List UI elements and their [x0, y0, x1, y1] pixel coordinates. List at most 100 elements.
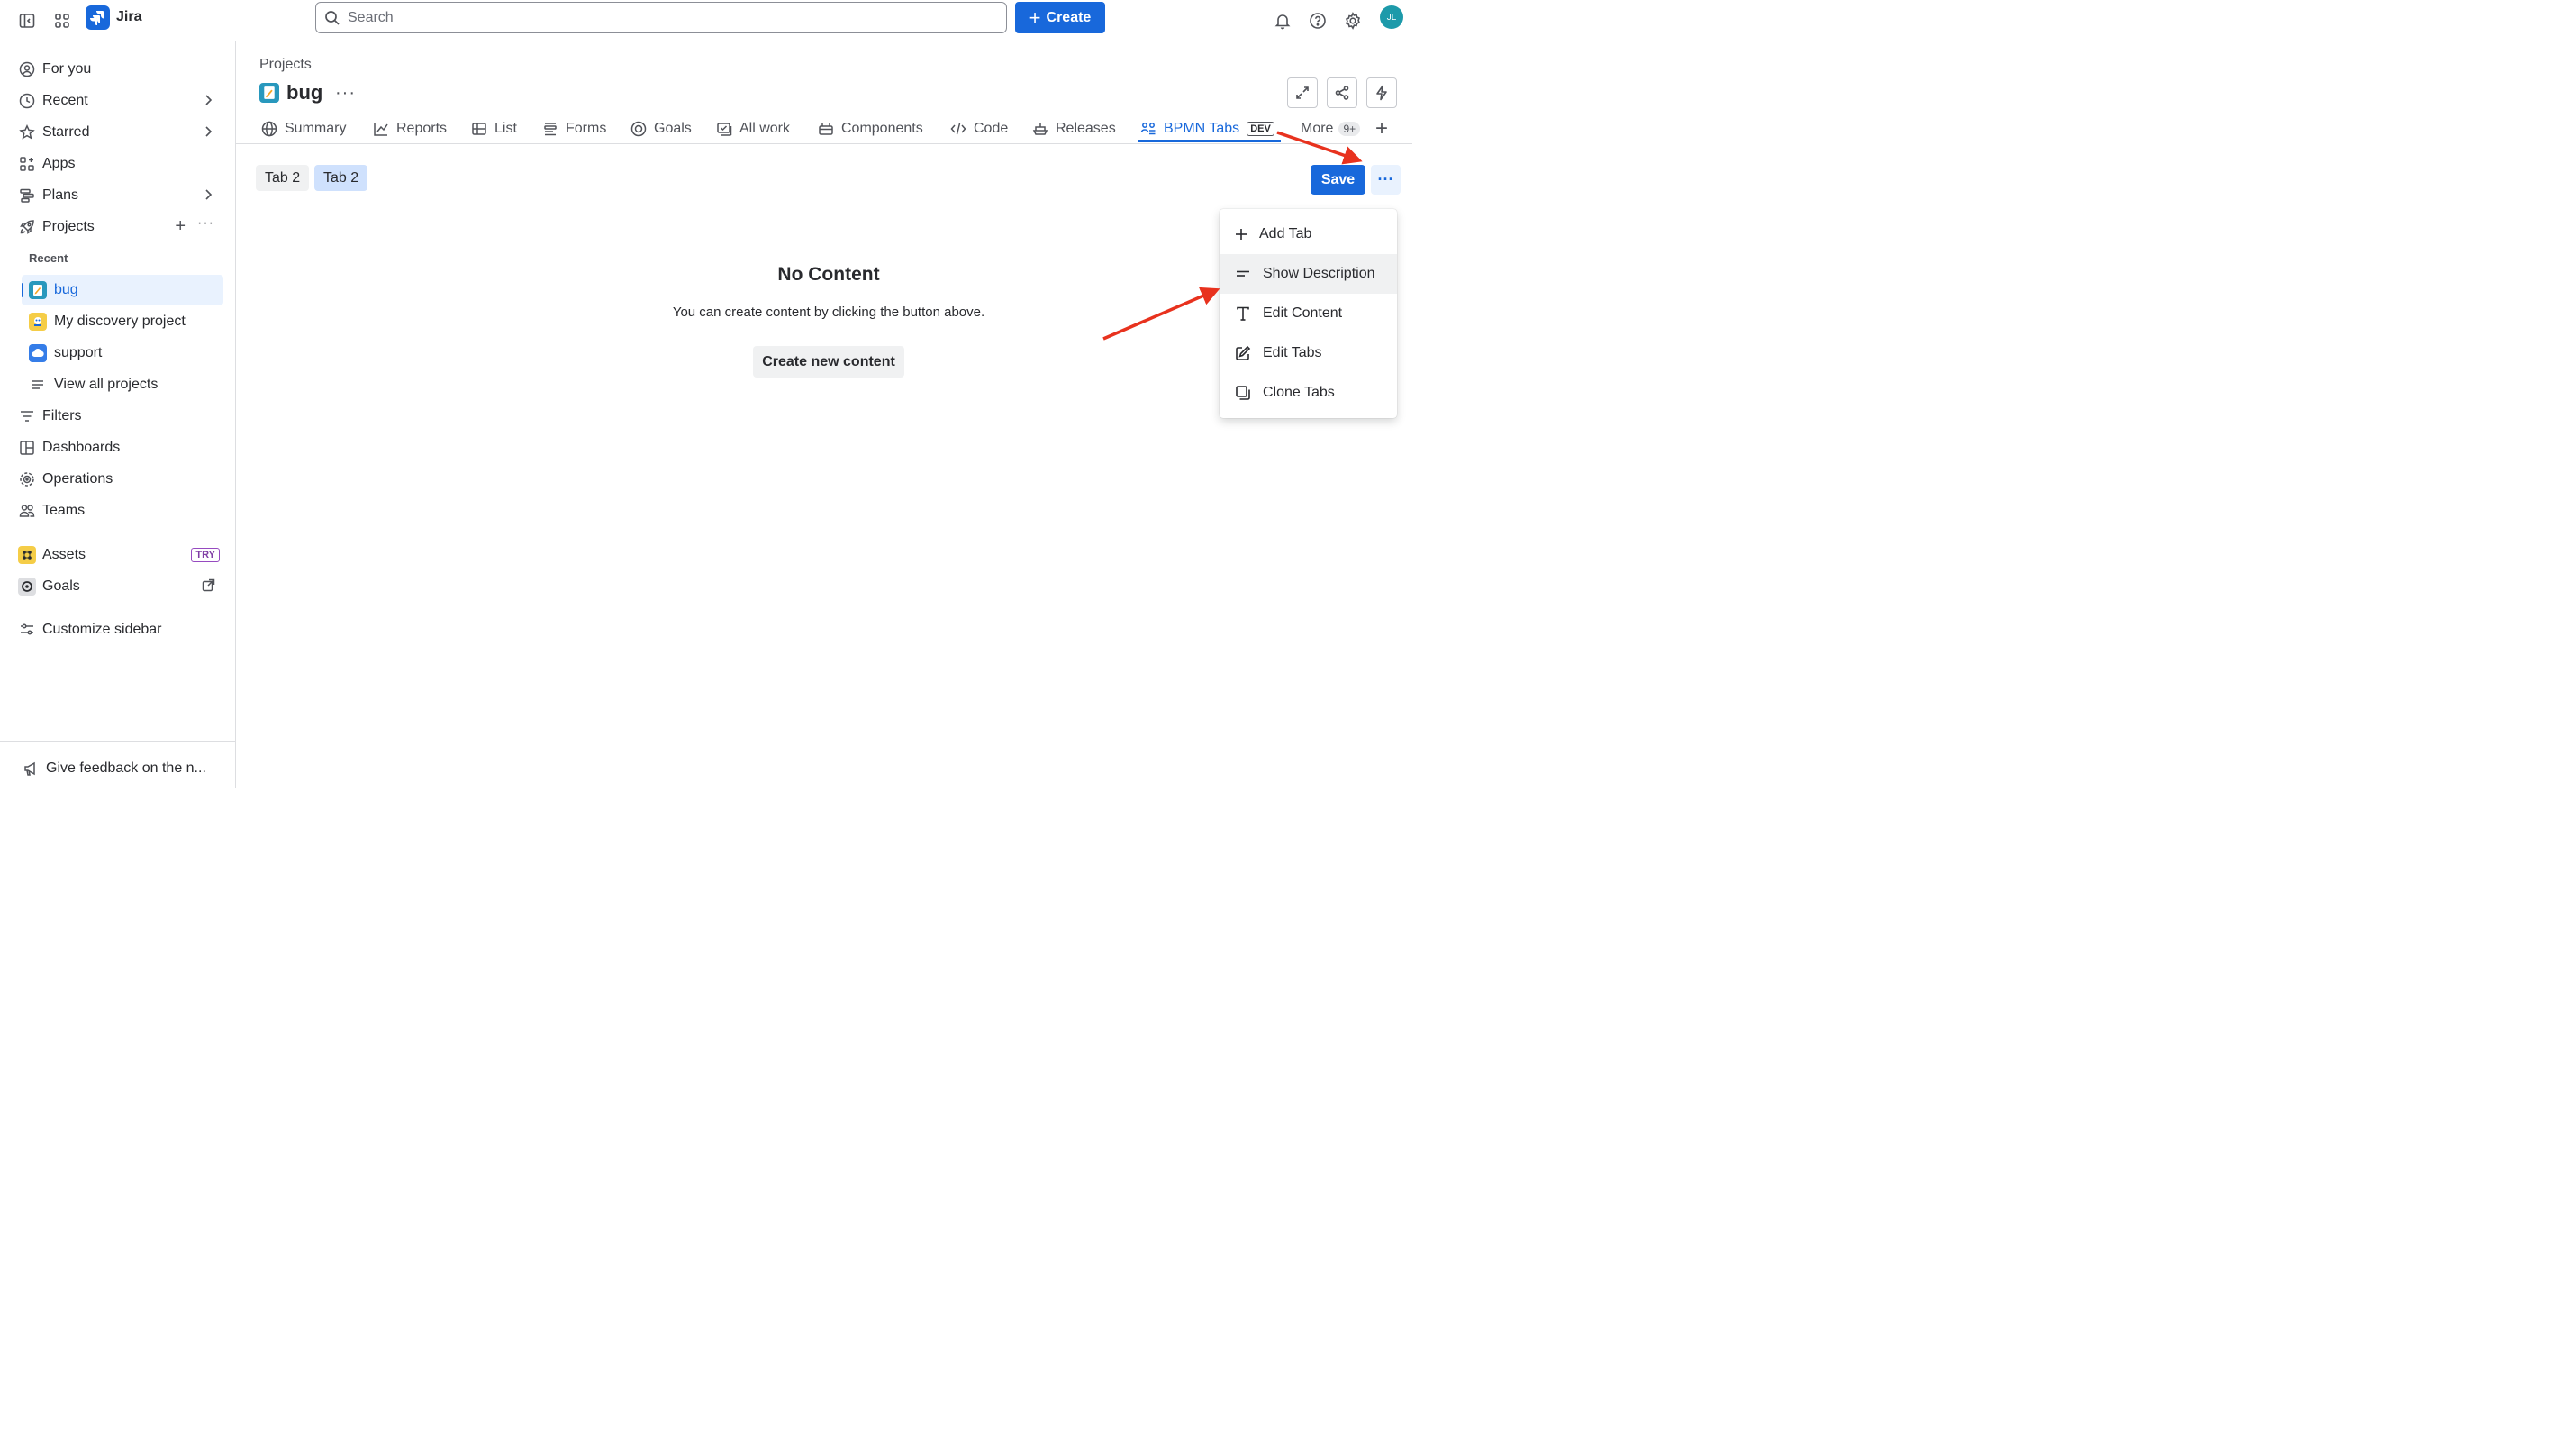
sidebar-toggle-icon[interactable] [13, 6, 41, 35]
menu-item-add-tab[interactable]: Add Tab [1220, 214, 1397, 254]
save-button[interactable]: Save [1311, 165, 1365, 195]
create-button[interactable]: + Create [1015, 2, 1105, 33]
tab-label: Releases [1056, 120, 1116, 136]
text-icon [1234, 305, 1252, 323]
content-tab-2-selected[interactable]: Tab 2 [314, 165, 368, 191]
tab-all-work[interactable]: All work [716, 114, 790, 143]
sidebar-item-label: Customize sidebar [42, 622, 162, 637]
menu-item-clone-tabs[interactable]: Clone Tabs [1220, 373, 1397, 413]
sidebar-item-filters[interactable]: Filters [13, 402, 223, 431]
annotation-arrow-to-show-description [1102, 287, 1220, 341]
sidebar-item-customize[interactable]: Customize sidebar [13, 615, 223, 644]
add-project-plus-icon[interactable]: + [175, 216, 186, 237]
sidebar-item-teams[interactable]: Teams [13, 496, 223, 525]
component-icon [818, 121, 834, 137]
help-icon[interactable] [1303, 6, 1332, 35]
search-bar[interactable] [315, 2, 1007, 33]
sidebar-item-label: Teams [42, 503, 86, 518]
add-tab-button[interactable]: + [1375, 114, 1388, 143]
description-icon [1234, 265, 1252, 283]
menu-item-edit-tabs[interactable]: Edit Tabs [1220, 333, 1397, 373]
plus-icon [1232, 225, 1250, 243]
sidebar-item-starred[interactable]: Starred [13, 118, 223, 147]
active-indicator [22, 283, 23, 297]
share-button[interactable] [1327, 77, 1357, 108]
tab-list[interactable]: List [471, 114, 517, 143]
sidebar-item-projects[interactable]: Projects + ··· [13, 213, 223, 241]
tab-summary[interactable]: Summary [261, 114, 346, 143]
code-icon [950, 121, 966, 137]
app-name[interactable]: Jira [116, 9, 141, 25]
sidebar-item-dashboards[interactable]: Dashboards [13, 433, 223, 462]
app-switcher-icon[interactable] [48, 6, 77, 35]
menu-item-label: Edit Tabs [1263, 345, 1322, 360]
lightning-icon [1374, 85, 1390, 101]
settings-gear-icon[interactable] [1338, 6, 1367, 35]
sidebar-item-recent[interactable]: Recent [13, 86, 223, 115]
tab-label: List [494, 120, 517, 136]
more-horizontal-icon: ··· [1377, 170, 1394, 188]
project-more-actions-icon[interactable]: ··· [335, 83, 356, 104]
breadcrumb-projects[interactable]: Projects [259, 57, 312, 73]
give-feedback-button[interactable]: Give feedback on the n... [16, 754, 227, 783]
automation-button[interactable] [1366, 77, 1397, 108]
tab-code[interactable]: Code [950, 114, 1008, 143]
view-all-projects-label: View all projects [54, 377, 159, 392]
tab-reports[interactable]: Reports [373, 114, 447, 143]
sidebar-project-my-discovery-project[interactable]: My discovery project [22, 306, 223, 337]
project-label: My discovery project [54, 314, 186, 329]
bpmn-icon [1140, 121, 1156, 137]
fullscreen-button[interactable] [1287, 77, 1318, 108]
empty-state-title: No Content [777, 264, 880, 285]
sidebar-item-label: Filters [42, 408, 82, 423]
chevron-right-icon[interactable] [200, 187, 216, 203]
projects-more-icon[interactable]: ··· [197, 215, 214, 232]
sidebar-item-for-you[interactable]: For you [13, 55, 223, 84]
operations-icon [18, 470, 36, 488]
tab-forms[interactable]: Forms [542, 114, 606, 143]
clock-icon [18, 92, 36, 110]
sidebar-project-bug[interactable]: bug [22, 275, 223, 305]
menu-item-show-description[interactable]: Show Description [1220, 254, 1397, 294]
tab-components[interactable]: Components [818, 114, 923, 143]
create-new-content-button[interactable]: Create new content [753, 346, 904, 378]
sidebar-project-support[interactable]: support [22, 338, 223, 369]
project-bug-avatar-icon [259, 83, 279, 103]
user-circle-icon [18, 60, 36, 78]
tab-label: Code [974, 120, 1009, 136]
sidebar-item-apps[interactable]: Apps [13, 150, 223, 178]
tab-goals[interactable]: Goals [630, 114, 692, 143]
tab-label: Forms [566, 120, 607, 136]
plus-icon: + [1029, 5, 1041, 29]
tab-label: BPMN Tabs [1164, 120, 1240, 136]
sidebar-item-operations[interactable]: Operations [13, 465, 223, 494]
expand-icon [1294, 85, 1311, 101]
tab-label: More [1301, 120, 1334, 136]
chevron-right-icon[interactable] [200, 92, 216, 108]
sidebar-item-label: Recent [42, 93, 88, 108]
dev-badge: DEV [1247, 121, 1274, 136]
user-avatar[interactable]: JL [1380, 5, 1403, 29]
goals-icon [18, 578, 36, 596]
tab-label: Goals [654, 120, 692, 136]
tab-label: Reports [396, 120, 448, 136]
sidebar-item-plans[interactable]: Plans [13, 181, 223, 210]
menu-item-edit-content[interactable]: Edit Content [1220, 294, 1397, 333]
jira-logo-icon[interactable] [86, 5, 110, 30]
search-icon [324, 10, 340, 26]
search-input[interactable] [348, 9, 978, 26]
sidebar-item-assets[interactable]: Assets TRY [13, 541, 223, 569]
sidebar-item-goals[interactable]: Goals [13, 572, 223, 601]
tab-releases[interactable]: Releases [1032, 114, 1116, 143]
notifications-bell-icon[interactable] [1268, 6, 1297, 35]
more-actions-button[interactable]: ··· [1371, 165, 1401, 195]
content-tab-1[interactable]: Tab 2 [256, 165, 310, 191]
sidebar-view-all-projects[interactable]: View all projects [22, 369, 223, 400]
customize-sliders-icon [18, 621, 36, 639]
menu-item-label: Edit Content [1263, 305, 1343, 321]
tab-more[interactable]: More 9+ [1301, 114, 1361, 143]
chevron-right-icon[interactable] [200, 123, 216, 140]
project-header: bug [259, 81, 322, 105]
plus-icon: + [1375, 115, 1389, 141]
more-actions-menu: Add Tab Show Description Edit Content Ed… [1220, 209, 1397, 418]
